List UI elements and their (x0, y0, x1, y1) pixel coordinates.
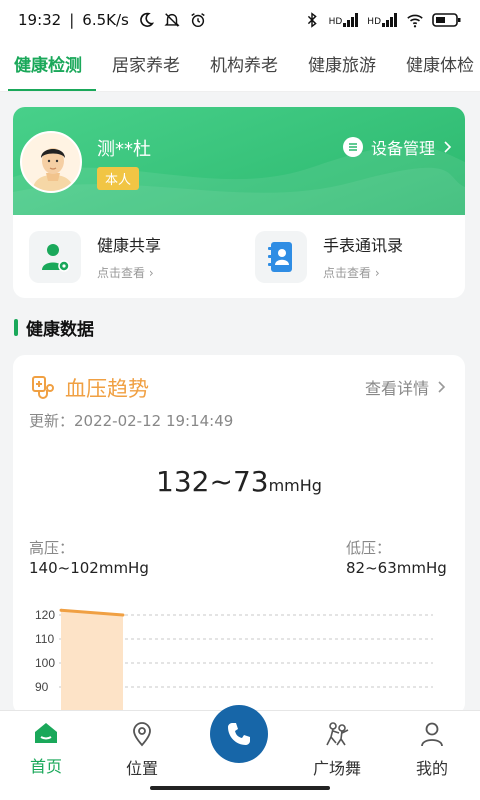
health-share-icon (29, 230, 81, 283)
chevron-right-icon (444, 141, 452, 153)
signal-label-1: HD (328, 17, 343, 27)
status-separator: | (69, 11, 75, 29)
home-indicator (150, 786, 330, 790)
watch-contacts-title: 手表通讯录 (323, 236, 404, 255)
profile-header: 测**杜 本人 设备管理 (13, 107, 465, 215)
blood-pressure-card[interactable]: 血压趋势 查看详情 更新：2022-02-12 19:14:49 132~73m… (13, 355, 465, 715)
status-time: 19:32 (18, 11, 62, 29)
nav-location[interactable]: 位置 (107, 721, 177, 779)
battery-icon (432, 13, 461, 27)
nav-square-dance[interactable]: 广场舞 (302, 721, 372, 779)
nav-home[interactable]: 首页 (11, 721, 81, 777)
bp-low-label: 低压： (346, 539, 392, 557)
shortcut-row: 健康共享 点击查看 › 手表通讯录 点击查看 › (13, 215, 465, 298)
profile-card: 测**杜 本人 设备管理 健康共享 点击查看 › 手表通讯录 点击查看 › (13, 107, 465, 298)
health-share-subtitle: 点击查看 › (97, 266, 154, 280)
call-button[interactable] (210, 705, 268, 763)
watch-contacts-subtitle: 点击查看 › (323, 266, 380, 280)
chart-y-tick-label: 120 (35, 608, 55, 622)
signal-label-2: HD (367, 17, 381, 27)
nav-mine-label: 我的 (415, 759, 448, 778)
nav-location-label: 位置 (125, 759, 158, 778)
bp-title: 血压趋势 (65, 377, 149, 401)
category-tabs: 健康检测 居家养老 机构养老 健康旅游 健康体检 (0, 40, 480, 92)
status-bar: 19:32 | 6.5K/s HD HD (0, 0, 480, 40)
home-icon (35, 723, 57, 743)
bp-view-detail-link[interactable]: 查看详情 (365, 375, 447, 399)
dance-icon (326, 722, 349, 746)
bp-high-label: 高压： (29, 539, 75, 557)
chart-data-point (121, 613, 125, 617)
user-name: 测**杜 (97, 139, 151, 160)
section-accent-bar (14, 319, 18, 336)
health-share-button[interactable]: 健康共享 点击查看 › (13, 215, 239, 298)
nav-home-label: 首页 (29, 757, 62, 776)
alarm-icon (191, 13, 205, 28)
bp-high-value: 140~102mmHg (29, 559, 149, 577)
chart-y-tick-label: 90 (35, 680, 49, 694)
bp-reading-value: 132~73 (156, 465, 269, 498)
bp-detail-label: 查看详情 (364, 379, 429, 398)
bp-trend-chart: 120 110 100 90 (35, 608, 433, 715)
phone-icon (228, 723, 250, 745)
mute-bell-icon (164, 13, 180, 27)
chevron-right-icon (438, 381, 446, 393)
moon-icon (140, 12, 154, 27)
bp-updated-time: 更新：2022-02-12 19:14:49 (29, 412, 234, 430)
bluetooth-icon (307, 12, 317, 28)
network-speed: 6.5K/s (82, 11, 129, 29)
stethoscope-icon (32, 376, 54, 399)
tab-health-travel[interactable]: 健康旅游 (308, 40, 376, 91)
chart-data-point (59, 608, 63, 612)
section-title-text: 健康数据 (26, 320, 94, 340)
user-icon (421, 722, 443, 747)
bp-low-value: 82~63mmHg (346, 559, 447, 577)
nav-square-dance-label: 广场舞 (312, 759, 361, 778)
tab-health-exam[interactable]: 健康体检 (406, 40, 474, 91)
list-icon (342, 137, 363, 157)
contacts-icon (255, 230, 307, 283)
device-management-button[interactable]: 设备管理 (342, 135, 453, 159)
bp-header: 血压趋势 (31, 373, 149, 403)
watch-contacts-button[interactable]: 手表通讯录 点击查看 › (239, 215, 465, 298)
avatar[interactable] (20, 131, 82, 193)
location-pin-icon (133, 722, 151, 747)
chart-series-area (61, 610, 123, 715)
bp-reading: 132~73mmHg (13, 465, 465, 498)
wifi-icon (407, 14, 423, 28)
health-share-title: 健康共享 (97, 236, 162, 255)
chart-y-tick-label: 100 (35, 656, 55, 670)
section-health-data-title: 健康数据 (14, 315, 94, 340)
device-management-label: 设备管理 (370, 139, 435, 158)
bp-reading-unit: mmHg (268, 476, 322, 495)
user-relation-badge: 本人 (97, 167, 140, 190)
nav-mine[interactable]: 我的 (397, 721, 467, 779)
signal-icon-1: HD (329, 13, 360, 27)
chart-y-tick-label: 110 (35, 632, 54, 646)
tab-institution-care[interactable]: 机构养老 (210, 40, 278, 91)
signal-icon-2: HD (367, 13, 398, 27)
tab-health-check[interactable]: 健康检测 (8, 40, 96, 91)
tab-home-care[interactable]: 居家养老 (112, 40, 180, 91)
